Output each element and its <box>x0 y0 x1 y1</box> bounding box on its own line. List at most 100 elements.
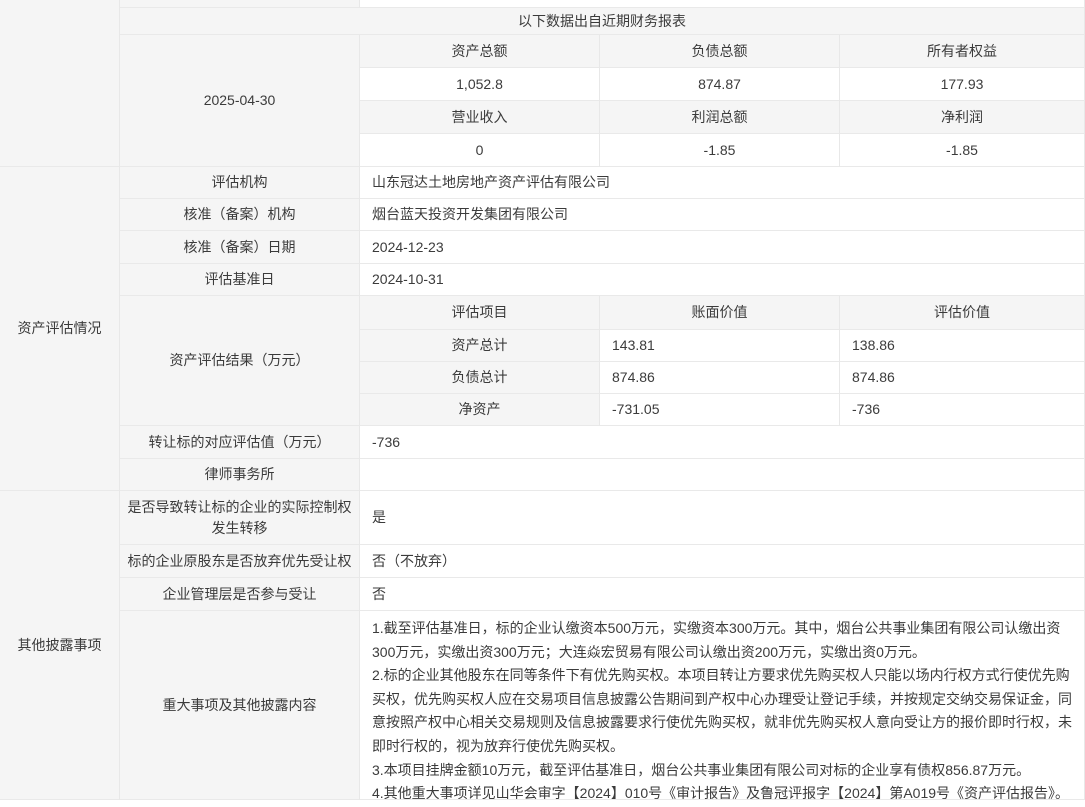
value-text: -736 <box>852 399 880 420</box>
section-label-other-disclosures: 其他披露事项 <box>0 491 120 800</box>
major-matters-paragraph-2: 2.标的企业其他股东在同等条件下有优先购买权。本项目转让方要求优先购买权人只能以… <box>372 664 1072 758</box>
label-management-participation: 企业管理层是否参与受让 <box>120 578 360 611</box>
label-text: 负债总计 <box>452 367 508 388</box>
result-row-net-assets-assessed: -736 <box>840 394 1085 426</box>
value-text: 山东冠达土地房地产资产评估有限公司 <box>372 172 610 193</box>
value-text: 2024-10-31 <box>372 269 444 290</box>
value-text: 0 <box>476 140 484 161</box>
value-text: 138.86 <box>852 335 895 356</box>
section-cell-empty <box>0 0 120 167</box>
label-text: 评估机构 <box>212 172 268 193</box>
result-row-net-assets-label: 净资产 <box>360 394 600 426</box>
report-date-text: 2025-04-30 <box>204 90 276 111</box>
value-approval-agency: 烟台蓝天投资开发集团有限公司 <box>360 199 1085 231</box>
label-preemptive-right-waiver: 标的企业原股东是否放弃优先受让权 <box>120 545 360 578</box>
header-text: 账面价值 <box>692 302 748 323</box>
section-label-text: 其他披露事项 <box>18 635 102 656</box>
label-text: 核准（备案）日期 <box>184 237 296 258</box>
header-text: 资产总额 <box>452 41 508 62</box>
value-operating-revenue: 0 <box>360 134 600 167</box>
value-text: 874.87 <box>698 74 741 95</box>
label-text: 律师事务所 <box>205 464 275 485</box>
header-text: 净利润 <box>941 107 983 128</box>
header-text: 评估项目 <box>452 302 508 323</box>
value-text: 烟台蓝天投资开发集团有限公司 <box>372 204 568 225</box>
result-row-total-liabilities-assessed: 874.86 <box>840 362 1085 394</box>
label-text: 净资产 <box>459 399 501 420</box>
value-text: 874.86 <box>612 367 655 388</box>
header-total-liabilities: 负债总额 <box>600 35 840 68</box>
value-net-profit: -1.85 <box>840 134 1085 167</box>
label-text: 标的企业原股东是否放弃优先受让权 <box>128 551 352 572</box>
value-text: 177.93 <box>941 74 984 95</box>
section-label-text: 资产评估情况 <box>18 318 102 339</box>
value-text: 143.81 <box>612 335 655 356</box>
label-text: 是否导致转让标的企业的实际控制权发生转移 <box>122 497 357 539</box>
partial-row-value-cell <box>360 0 1085 8</box>
result-header-item: 评估项目 <box>360 296 600 330</box>
label-text: 核准（备案）机构 <box>184 204 296 225</box>
header-text: 所有者权益 <box>927 41 997 62</box>
label-evaluation-result: 资产评估结果（万元） <box>120 296 360 426</box>
value-approval-date: 2024-12-23 <box>360 231 1085 264</box>
value-major-matters: 1.截至评估基准日，标的企业认缴资本500万元，实缴资本300万元。其中，烟台公… <box>360 611 1085 800</box>
label-evaluation-base-date: 评估基准日 <box>120 264 360 296</box>
result-row-total-assets-book: 143.81 <box>600 330 840 362</box>
major-matters-paragraph-4: 4.其他重大事项详见山华会审字【2024】010号《审计报告》及鲁冠评报字【20… <box>372 782 1072 800</box>
value-text: -1.85 <box>946 140 978 161</box>
value-evaluation-agency: 山东冠达土地房地产资产评估有限公司 <box>360 167 1085 199</box>
header-net-profit: 净利润 <box>840 101 1085 134</box>
major-matters-paragraph-3: 3.本项目挂牌金额10万元，截至评估基准日，烟台公共事业集团有限公司对标的企业享… <box>372 759 1072 783</box>
label-law-firm: 律师事务所 <box>120 459 360 491</box>
result-row-total-liabilities-label: 负债总计 <box>360 362 600 394</box>
label-text: 资产总计 <box>452 335 508 356</box>
label-transfer-assessed-value: 转让标的对应评估值（万元） <box>120 426 360 459</box>
label-approval-date: 核准（备案）日期 <box>120 231 360 264</box>
value-total-assets: 1,052.8 <box>360 68 600 101</box>
value-text: -731.05 <box>612 399 659 420</box>
financial-notice-row: 以下数据出自近期财务报表 <box>120 8 1085 35</box>
financial-report-date: 2025-04-30 <box>120 35 360 167</box>
value-total-liabilities: 874.87 <box>600 68 840 101</box>
value-transfer-assessed-value: -736 <box>360 426 1085 459</box>
header-text: 利润总额 <box>692 107 748 128</box>
financial-notice-text: 以下数据出自近期财务报表 <box>518 11 686 32</box>
label-evaluation-agency: 评估机构 <box>120 167 360 199</box>
value-management-participation: 否 <box>360 578 1085 611</box>
result-row-total-liabilities-book: 874.86 <box>600 362 840 394</box>
disclosure-page: 资产评估情况 其他披露事项 以下数据出自近期财务报表 2025-04-30 资产… <box>0 0 1085 807</box>
header-owner-equity: 所有者权益 <box>840 35 1085 68</box>
label-text: 资产评估结果（万元） <box>170 350 310 371</box>
label-text: 评估基准日 <box>205 269 275 290</box>
major-matters-paragraph-1: 1.截至评估基准日，标的企业认缴资本500万元，实缴资本300万元。其中，烟台公… <box>372 617 1072 664</box>
value-text: 否 <box>372 584 386 605</box>
label-text: 企业管理层是否参与受让 <box>163 584 317 605</box>
header-text: 评估价值 <box>934 302 990 323</box>
section-label-asset-evaluation: 资产评估情况 <box>0 167 120 491</box>
value-control-transfer: 是 <box>360 491 1085 545</box>
value-text: 1,052.8 <box>456 74 503 95</box>
header-total-profit: 利润总额 <box>600 101 840 134</box>
result-header-assessed-value: 评估价值 <box>840 296 1085 330</box>
disclosure-table: 资产评估情况 其他披露事项 以下数据出自近期财务报表 2025-04-30 资产… <box>0 0 1085 800</box>
value-text: 否（不放弃） <box>372 551 456 572</box>
partial-row-label-cell <box>120 0 360 8</box>
value-text: 874.86 <box>852 367 895 388</box>
value-total-profit: -1.85 <box>600 134 840 167</box>
result-row-total-assets-assessed: 138.86 <box>840 330 1085 362</box>
result-row-net-assets-book: -731.05 <box>600 394 840 426</box>
value-law-firm <box>360 459 1085 491</box>
value-preemptive-right-waiver: 否（不放弃） <box>360 545 1085 578</box>
header-total-assets: 资产总额 <box>360 35 600 68</box>
label-text: 转让标的对应评估值（万元） <box>149 432 331 453</box>
label-control-transfer: 是否导致转让标的企业的实际控制权发生转移 <box>120 491 360 545</box>
value-owner-equity: 177.93 <box>840 68 1085 101</box>
header-text: 负债总额 <box>692 41 748 62</box>
header-text: 营业收入 <box>452 107 508 128</box>
label-text: 重大事项及其他披露内容 <box>163 695 317 716</box>
value-text: -1.85 <box>704 140 736 161</box>
label-major-matters: 重大事项及其他披露内容 <box>120 611 360 800</box>
value-text: 2024-12-23 <box>372 237 444 258</box>
result-row-total-assets-label: 资产总计 <box>360 330 600 362</box>
result-header-book-value: 账面价值 <box>600 296 840 330</box>
